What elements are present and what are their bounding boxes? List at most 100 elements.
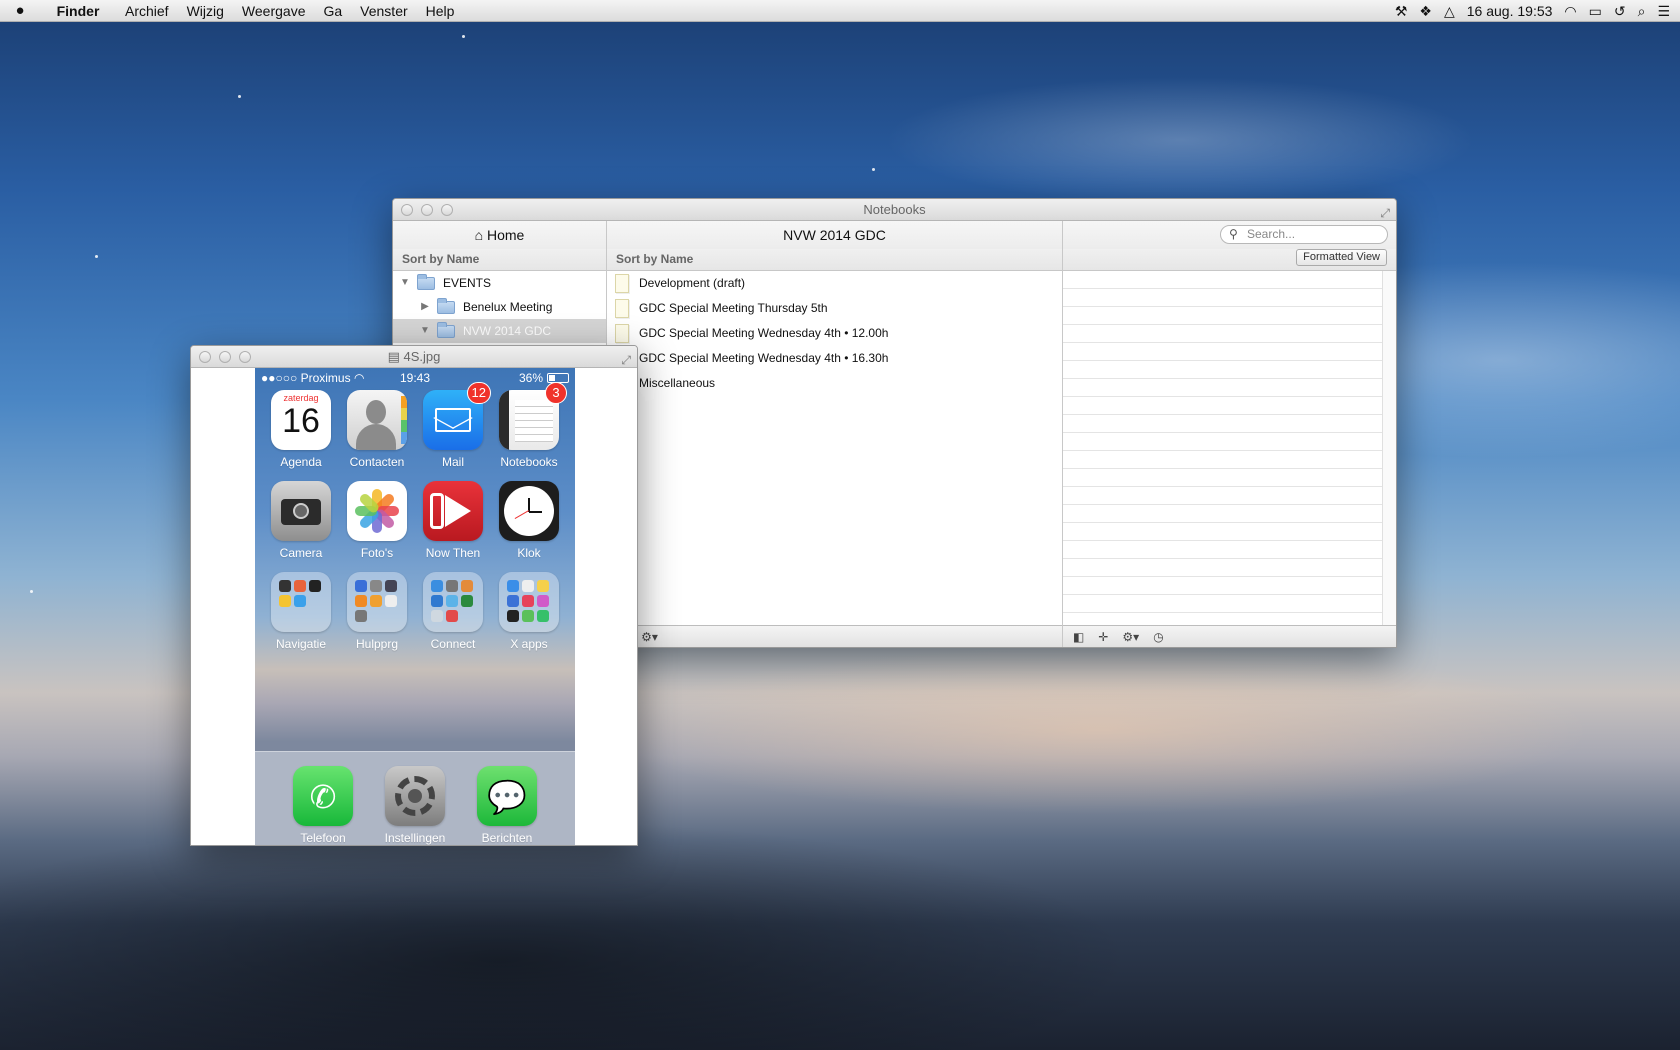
viewer-titlebar[interactable]: ▤ 4S.jpg ⤢ (191, 346, 637, 368)
note-content-area[interactable] (1063, 271, 1382, 625)
app-label: Connect (430, 637, 476, 651)
search-icon: ⚲ (1229, 227, 1238, 241)
wifi-icon[interactable]: ◠ (1564, 0, 1576, 22)
folder-icon (437, 297, 455, 314)
disclosure-collapsed-icon[interactable]: ▶ (419, 295, 431, 319)
right-footer: ◧ ✛ ⚙▾ ◷ (1063, 625, 1396, 647)
menu-archief[interactable]: Archief (116, 3, 178, 19)
folder-x-apps[interactable]: X apps (491, 572, 567, 651)
close-button[interactable] (401, 204, 413, 216)
disclosure-expanded-icon[interactable]: ▼ (399, 271, 411, 295)
app-label: Foto's (360, 546, 394, 560)
note-content-pane: ⚲ Search... Formatted View ◧ ✛ ⚙▾ ◷ (1063, 221, 1396, 647)
app-grid: zaterdag 16 Agenda Contacten 12 Mail 3 N… (255, 382, 575, 651)
app-folder-icon (499, 572, 559, 632)
app-camera[interactable]: Camera (263, 481, 339, 560)
app-fotos[interactable]: Foto's (339, 481, 415, 560)
phone-status-bar: ●●○○○ Proximus ◠ 19:43 36% (255, 368, 575, 388)
search-placeholder: Search... (1247, 227, 1296, 241)
app-instellingen[interactable]: Instellingen (377, 766, 453, 845)
tree-item-benelux-meeting[interactable]: ▶ Benelux Meeting (393, 295, 606, 319)
note-icon (615, 299, 629, 318)
note-icon (615, 324, 629, 343)
menu-ga[interactable]: Ga (314, 3, 351, 19)
note-item[interactable]: Development (draft) (607, 271, 1062, 296)
time-machine-icon[interactable]: ↺ (1614, 0, 1626, 22)
gear-menu-icon[interactable]: ⚙▾ (641, 630, 658, 644)
notebooks-titlebar[interactable]: Notebooks ⤢ (393, 199, 1396, 221)
spotlight-search-icon[interactable]: ⌕ (1638, 0, 1646, 22)
sidebar-toggle-icon[interactable]: ◧ (1073, 630, 1084, 644)
phone-icon: ✆ (293, 766, 353, 826)
app-agenda[interactable]: zaterdag 16 Agenda (263, 390, 339, 469)
clock-icon[interactable]: ◷ (1153, 630, 1163, 644)
app-klok[interactable]: Klok (491, 481, 567, 560)
note-item[interactable]: GDC Special Meeting Wednesday 4th • 12.0… (607, 321, 1062, 346)
middle-sort-bar[interactable]: Sort by Name (607, 249, 1062, 271)
tree-item-nvw-2014-gdc[interactable]: ▼ NVW 2014 GDC (393, 319, 606, 343)
search-input[interactable]: ⚲ Search... (1220, 225, 1388, 244)
app-now-then[interactable]: Now Then (415, 481, 491, 560)
zoom-button[interactable] (239, 351, 251, 363)
minimize-button[interactable] (219, 351, 231, 363)
app-label: Now Then (425, 546, 481, 560)
menu-app-name[interactable]: Finder (40, 3, 116, 19)
wallpaper-star (872, 168, 875, 171)
app-label: Agenda (280, 455, 322, 469)
note-item[interactable]: GDC Special Meeting Thursday 5th (607, 296, 1062, 321)
gear-menu-icon[interactable]: ⚙▾ (1122, 630, 1139, 644)
formatted-view-button[interactable]: Formatted View (1296, 249, 1387, 266)
note-item[interactable]: GDC Special Meeting Wednesday 4th • 16.3… (607, 346, 1062, 371)
add-icon[interactable]: ✛ (1098, 630, 1108, 644)
app-telefoon[interactable]: ✆ Telefoon (285, 766, 361, 845)
menu-help[interactable]: Help (417, 3, 464, 19)
wallpaper-star (30, 590, 33, 593)
app-folder-icon (271, 572, 331, 632)
tree-item-label: Benelux Meeting (463, 300, 553, 314)
menu-wijzig[interactable]: Wijzig (178, 3, 233, 19)
folder-icon (437, 321, 455, 338)
menu-clock[interactable]: 16 aug. 19:53 (1467, 3, 1553, 19)
notification-badge: 12 (466, 382, 491, 404)
note-icon (615, 274, 629, 293)
drive-icon[interactable]: △ (1444, 0, 1455, 22)
apple-menu-icon[interactable]: ● (0, 2, 40, 19)
wallpaper-star (462, 35, 465, 38)
minimize-button[interactable] (421, 204, 433, 216)
menu-venster[interactable]: Venster (351, 3, 416, 19)
disclosure-expanded-icon[interactable]: ▼ (419, 319, 431, 343)
scrollbar[interactable] (1382, 271, 1396, 625)
tree-item-label: EVENTS (443, 276, 492, 290)
app-label: Contacten (349, 455, 405, 469)
app-berichten[interactable]: 💬 Berichten (469, 766, 545, 845)
dropbox-icon[interactable]: ❖ (1419, 0, 1432, 22)
note-item[interactable]: Miscellaneous (607, 371, 1062, 396)
folder-navigatie[interactable]: Navigatie (263, 572, 339, 651)
wallpaper-star (95, 255, 98, 258)
tree-item-events[interactable]: ▼ EVENTS (393, 271, 606, 295)
folder-connect[interactable]: Connect (415, 572, 491, 651)
app-label: X apps (510, 637, 548, 651)
battery-icon[interactable]: ▭ (1589, 0, 1602, 22)
app-folder-icon (423, 572, 483, 632)
home-header[interactable]: ⌂ Home (393, 221, 606, 249)
clock-icon (499, 481, 559, 541)
menu-weergave[interactable]: Weergave (233, 3, 315, 19)
menu-extras: ⚒ ❖ △ 16 aug. 19:53 ◠ ▭ ↺ ⌕ ☰ (1395, 0, 1670, 22)
app-label: Berichten (481, 831, 533, 845)
close-button[interactable] (199, 351, 211, 363)
document-icon: ▤ (387, 349, 404, 364)
menu-bar: ● Finder Archief Wijzig Weergave Ga Vens… (0, 0, 1680, 22)
middle-footer: ✛ ⚙▾ (607, 625, 1062, 647)
folder-hulpprg[interactable]: Hulpprg (339, 572, 415, 651)
image-canvas: ●●○○○ Proximus ◠ 19:43 36% zaterdag 16 A… (191, 368, 637, 845)
iphone-screenshot: ●●○○○ Proximus ◠ 19:43 36% zaterdag 16 A… (255, 368, 575, 845)
left-sort-bar[interactable]: Sort by Name (393, 249, 606, 271)
tool-icon[interactable]: ⚒ (1395, 0, 1408, 22)
note-title: GDC Special Meeting Thursday 5th (639, 301, 828, 315)
app-notebooks[interactable]: 3 Notebooks (491, 382, 567, 469)
app-contacten[interactable]: Contacten (339, 390, 415, 469)
app-mail[interactable]: 12 Mail (415, 382, 491, 469)
zoom-button[interactable] (441, 204, 453, 216)
notification-center-icon[interactable]: ☰ (1657, 0, 1670, 22)
